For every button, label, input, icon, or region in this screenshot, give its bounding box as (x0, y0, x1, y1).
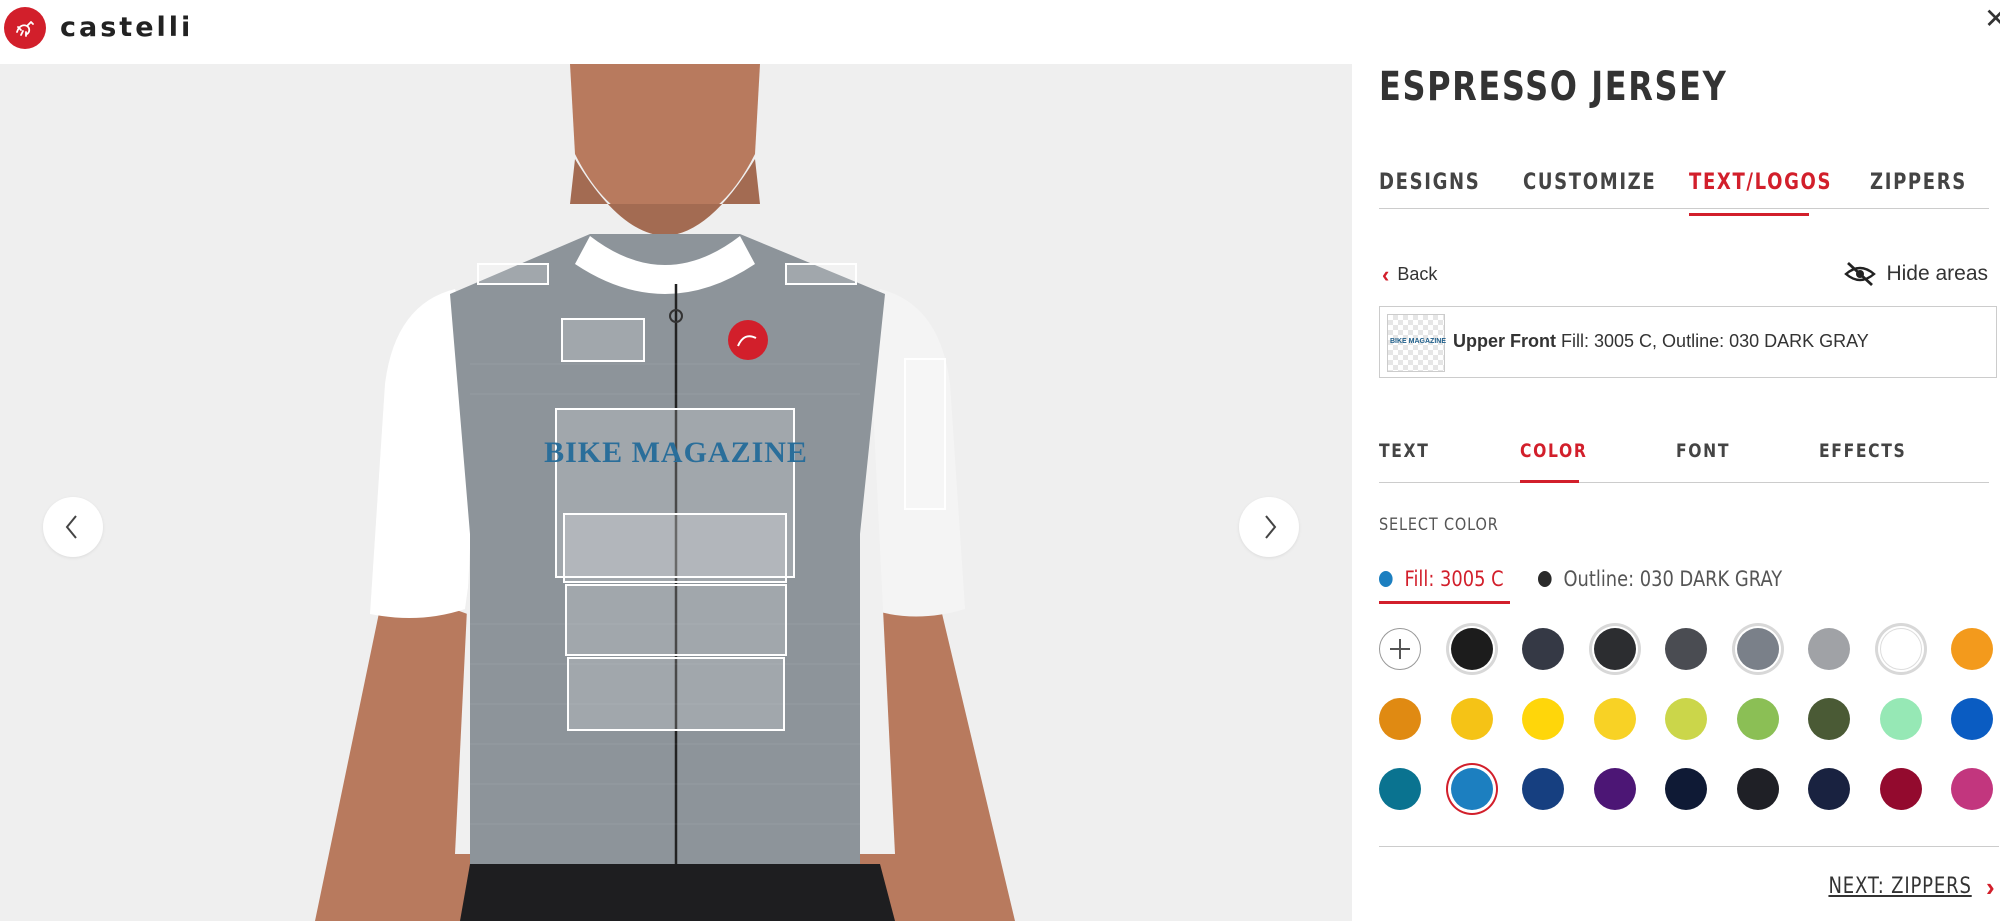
color-swatch[interactable] (1450, 628, 1493, 670)
subtab-font[interactable]: FONT (1676, 440, 1730, 462)
area-name: Upper Front (1453, 331, 1556, 351)
tab-customize[interactable]: CUSTOMIZE (1523, 170, 1656, 195)
subtab-color[interactable]: COLOR (1520, 440, 1587, 462)
divider (1379, 846, 1999, 847)
text-option-tabs: TEXT COLOR FONT EFFECTS (1379, 440, 1989, 483)
color-swatch[interactable] (1593, 768, 1636, 810)
color-swatch[interactable] (1450, 768, 1493, 810)
active-mode-indicator (1379, 601, 1510, 604)
main-tabs: DESIGNS CUSTOMIZE TEXT/LOGOS ZIPPERS (1379, 170, 1989, 216)
outline-color-mode[interactable]: Outline: 030 DARK GRAY (1538, 567, 1782, 591)
back-button[interactable]: ‹ Back (1382, 260, 1438, 287)
chevron-left-icon (65, 515, 77, 539)
color-swatch[interactable] (1951, 768, 1993, 810)
area-description: Upper Front Fill: 3005 C, Outline: 030 D… (1453, 331, 1869, 352)
hide-areas-label: Hide areas (1886, 262, 1988, 285)
tab-text-logos[interactable]: TEXT/LOGOS (1689, 170, 1832, 195)
outline-label: Outline: 030 DARK GRAY (1563, 567, 1783, 591)
color-swatch[interactable] (1665, 628, 1707, 670)
select-color-label: SELECT COLOR (1379, 515, 1499, 535)
tab-zippers[interactable]: ZIPPERS (1870, 170, 1967, 195)
next-zippers-link[interactable]: NEXT: ZIPPERS (1829, 874, 1972, 899)
close-icon[interactable]: ✕ (1984, 2, 2000, 35)
color-swatch[interactable] (1808, 698, 1850, 740)
active-subtab-indicator (1520, 480, 1579, 483)
tab-designs[interactable]: DESIGNS (1379, 170, 1480, 195)
color-swatch[interactable] (1665, 768, 1707, 810)
color-swatch[interactable] (1879, 698, 1922, 740)
color-swatch[interactable] (1879, 768, 1922, 810)
color-swatch[interactable] (1951, 628, 1993, 670)
product-title: ESPRESSO JERSEY (1379, 64, 1728, 110)
scorpion-logo-icon[interactable] (4, 7, 46, 49)
fill-label: Fill: 3005 C (1404, 567, 1504, 591)
subtab-text[interactable]: TEXT (1379, 440, 1429, 462)
chevron-left-icon: ‹ (1382, 262, 1390, 287)
color-swatch[interactable] (1522, 628, 1564, 670)
color-swatch[interactable] (1736, 768, 1779, 810)
color-swatch[interactable] (1593, 628, 1636, 670)
jersey-text: BIKE MAGAZINE (544, 436, 808, 469)
outline-color-dot (1538, 571, 1552, 587)
area-thumbnail: BIKE MAGAZINE (1387, 314, 1446, 372)
brand-wordmark[interactable]: castelli (60, 12, 193, 43)
color-swatch[interactable] (1593, 698, 1636, 740)
color-swatch[interactable] (1379, 698, 1421, 740)
top-bar: castelli ✕ (0, 0, 2000, 64)
jersey-preview: BIKE MAGAZINE (315, 64, 1015, 921)
fill-color-mode[interactable]: Fill: 3005 C (1379, 567, 1504, 591)
back-label: Back (1397, 264, 1438, 284)
color-swatch-grid (1379, 628, 1999, 828)
color-swatch[interactable] (1450, 698, 1493, 740)
color-swatch[interactable] (1736, 628, 1779, 670)
customizer-panel: ESPRESSO JERSEY DESIGNS CUSTOMIZE TEXT/L… (1352, 64, 2000, 921)
color-swatch[interactable] (1522, 768, 1564, 810)
fill-color-dot (1379, 571, 1393, 587)
active-tab-indicator (1689, 213, 1809, 216)
color-swatch[interactable] (1808, 628, 1850, 670)
color-swatch[interactable] (1951, 698, 1993, 740)
plus-icon (1390, 639, 1410, 659)
add-color-button[interactable] (1379, 628, 1421, 670)
subtab-effects[interactable]: EFFECTS (1819, 440, 1906, 462)
color-swatch[interactable] (1522, 698, 1564, 740)
area-detail: Fill: 3005 C, Outline: 030 DARK GRAY (1561, 331, 1869, 351)
eye-slash-icon (1844, 261, 1877, 287)
color-swatch[interactable] (1879, 628, 1922, 670)
previous-image-button[interactable] (43, 497, 103, 557)
next-image-button[interactable] (1239, 497, 1299, 557)
selected-area-card[interactable]: BIKE MAGAZINE Upper Front Fill: 3005 C, … (1379, 306, 1997, 378)
chevron-right-icon[interactable]: › (1986, 872, 2000, 903)
chevron-right-icon (1265, 515, 1277, 539)
hide-areas-toggle[interactable]: Hide areas (1844, 261, 1988, 287)
color-swatch[interactable] (1808, 768, 1850, 810)
product-viewer: BIKE MAGAZINE (0, 64, 1352, 921)
color-swatch[interactable] (1736, 698, 1779, 740)
thumbnail-text: BIKE MAGAZINE (1390, 338, 1446, 345)
color-swatch[interactable] (1665, 698, 1707, 740)
color-swatch[interactable] (1379, 768, 1421, 810)
